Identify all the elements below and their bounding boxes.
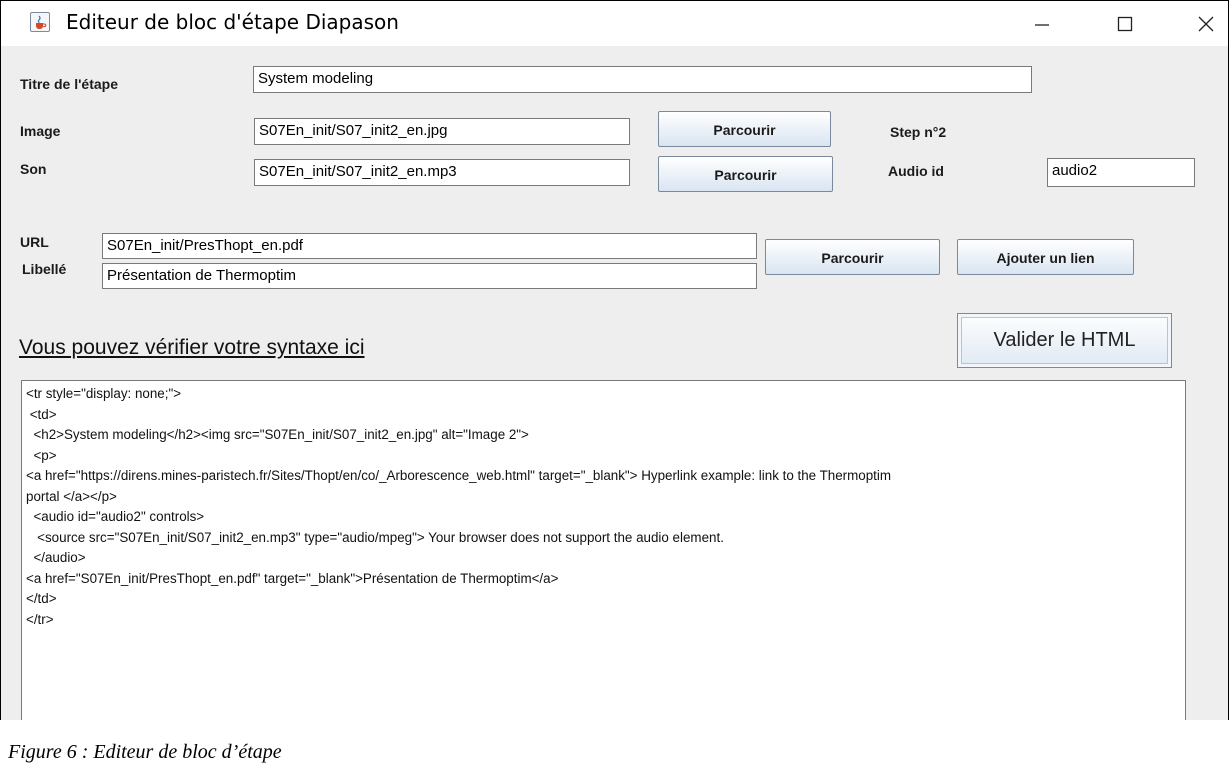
- image-label: Image: [20, 123, 61, 139]
- close-icon[interactable]: [1186, 9, 1226, 39]
- validate-html-button[interactable]: Valider le HTML: [957, 313, 1172, 368]
- code-line: portal </a></p>: [26, 488, 117, 504]
- code-line: </tr>: [26, 611, 54, 627]
- url-label: URL: [20, 234, 49, 250]
- sound-browse-button[interactable]: Parcourir: [658, 156, 833, 192]
- audio-id-label: Audio id: [888, 163, 944, 179]
- audio-id-field[interactable]: audio2: [1047, 158, 1195, 187]
- step-title-label: Titre de l'étape: [20, 76, 118, 92]
- minimize-icon[interactable]: [1022, 9, 1062, 39]
- link-label-field[interactable]: Présentation de Thermoptim: [102, 263, 757, 289]
- syntax-check-heading: Vous pouvez vérifier votre syntaxe ici: [19, 336, 365, 359]
- figure-caption: Figure 6 : Editeur de bloc d’étape: [8, 741, 282, 763]
- maximize-icon[interactable]: [1105, 9, 1145, 39]
- editor-window: Editeur de bloc d'étape Diapason Titre d…: [0, 0, 1229, 720]
- code-line: <td>: [26, 406, 57, 422]
- image-browse-button[interactable]: Parcourir: [658, 111, 831, 147]
- code-line: <p>: [26, 447, 57, 463]
- java-cup-icon: [30, 12, 50, 32]
- image-path-field[interactable]: S07En_init/S07_init2_en.jpg: [254, 118, 630, 145]
- step-title-field[interactable]: System modeling: [253, 66, 1032, 93]
- code-line: <source src="S07En_init/S07_init2_en.mp3…: [26, 529, 724, 545]
- code-line: <audio id="audio2" controls>: [26, 509, 205, 524]
- step-number: Step n°2: [890, 124, 947, 140]
- code-line: <tr style="display: none;">: [26, 386, 182, 401]
- url-browse-button[interactable]: Parcourir: [765, 239, 940, 275]
- url-field[interactable]: S07En_init/PresThopt_en.pdf: [102, 233, 757, 259]
- sound-path-field[interactable]: S07En_init/S07_init2_en.mp3: [254, 159, 630, 186]
- validate-html-label: Valider le HTML: [961, 317, 1168, 364]
- code-line: <h2>System modeling</h2><img src="S07En_…: [26, 427, 529, 442]
- sound-label: Son: [20, 161, 47, 177]
- code-line: <a href="https://direns.mines-paristech.…: [26, 468, 892, 483]
- title-bar: Editeur de bloc d'étape Diapason: [1, 1, 1228, 46]
- code-line: </td>: [26, 591, 57, 606]
- html-code-editor[interactable]: <tr style="display: none;"> <td> <h2>Sys…: [21, 380, 1186, 720]
- code-line: </audio>: [26, 550, 86, 565]
- code-line: <a href="S07En_init/PresThopt_en.pdf" ta…: [26, 570, 559, 586]
- link-label-label: Libellé: [22, 261, 67, 277]
- add-link-button[interactable]: Ajouter un lien: [957, 239, 1134, 275]
- window-title: Editeur de bloc d'étape Diapason: [66, 10, 399, 34]
